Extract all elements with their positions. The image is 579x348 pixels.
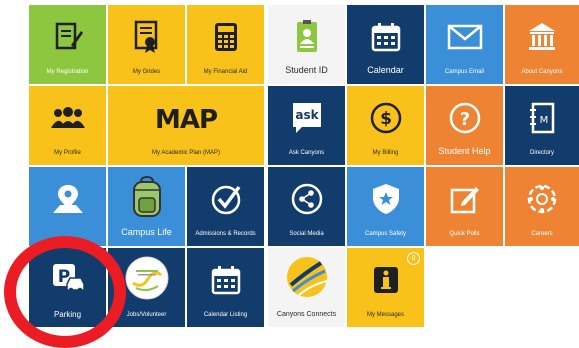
check-circle-icon [187,179,264,219]
share-icon [268,179,345,219]
tile-label: Calendar [367,65,404,75]
tile-label: Calendar Listing [203,312,248,318]
tile-label: Directory [529,150,554,156]
tile-calendar[interactable]: Calendar [347,5,424,84]
tile-label: Campus Safety [364,231,407,237]
tile-directory[interactable]: M Directory [505,86,579,165]
tile-my-messages[interactable]: 0 My Messages [347,248,424,327]
canyons-connects-logo [268,254,345,300]
tile-my-grades[interactable]: My Grides [108,5,185,84]
tile-label: My Registration [46,69,89,75]
document-edit-icon [29,17,106,57]
tile-admissions-records[interactable]: Admissions & Records [187,167,264,246]
users-group-icon [29,98,106,138]
tile-parking[interactable]: P Parking [29,248,106,327]
jobs-volunteer-logo [108,254,185,302]
edit-square-icon [426,179,503,219]
tile-label: Quick Polls [449,231,480,237]
tile-label: My Billing [372,150,399,156]
tile-label: My Grides [132,69,161,75]
tile-label: Student ID [285,65,328,75]
tile-my-financial-aid[interactable]: My Financial Aid [187,5,264,84]
tile-label: Campus Email [444,69,484,75]
tile-calendar-listing[interactable]: Calendar Listing [187,248,264,327]
tile-label: Parking [53,310,82,319]
svg-text:M: M [540,115,549,126]
tile-ask-canyons[interactable]: ask Ask Canyons [268,86,345,165]
tile-label: Admissions & Records [195,231,256,237]
tile-my-registration[interactable]: My Registration [29,5,106,84]
tile-my-profile[interactable]: My Profile [29,86,106,165]
institution-icon [505,17,579,57]
tile-label: My Financial Aid [203,69,248,75]
info-icon [347,260,424,300]
svg-text:$: $ [380,109,392,129]
tile-quick-polls[interactable]: Quick Polls [426,167,503,246]
backpack-icon [108,175,185,219]
tile-label: Student Help [438,146,491,156]
tile-student-help[interactable]: ? Student Help [426,86,503,165]
tile-label: Careers [531,231,553,237]
tile-canyons-connects[interactable]: Canyons Connects [268,248,345,327]
tile-my-academic-plan[interactable]: MAP My Academic Plan (MAP) [108,86,264,165]
tile-about-canyons[interactable]: About Canyons [505,5,579,84]
tile-careers[interactable]: Careers [505,167,579,246]
svg-text:ask: ask [295,108,319,122]
tile-campus-life[interactable]: Campus Life [108,167,185,246]
svg-text:?: ? [459,109,469,130]
tile-label: Campus Life [121,227,172,237]
tile-label: My Profile [54,150,81,156]
tile-label: My Messages [366,312,404,318]
map-logo: MAP [108,100,264,140]
tile-label: Jobs/Volunteer [126,312,167,318]
question-circle-icon: ? [426,98,503,138]
id-badge-icon [268,17,345,57]
certificate-icon [108,17,185,57]
tile-label: My Academic Plan (MAP) [151,150,221,156]
tile-social-media[interactable]: Social Media [268,167,345,246]
tile-maps[interactable] [29,167,106,246]
tile-label: About Canyons [521,69,563,75]
tile-label: Ask Canyons [288,150,325,156]
tile-label: Social Media [289,231,324,237]
calculator-icon [187,17,264,57]
tile-campus-email[interactable]: Campus Email [426,5,503,84]
tile-jobs-volunteer[interactable]: Jobs/Volunteer [108,248,185,327]
dollar-circle-icon: $ [347,98,424,138]
ask-speech-icon: ask [268,98,345,138]
tile-student-id[interactable]: Student ID [268,5,345,84]
shield-star-icon [347,179,424,219]
parking-car-icon: P [29,258,106,298]
calendar-icon [187,260,264,300]
address-book-icon: M [505,98,579,138]
careers-compass-icon [505,179,579,219]
tile-campus-safety[interactable]: Campus Safety [347,167,424,246]
calendar-icon [347,17,424,57]
tile-my-billing[interactable]: $ My Billing [347,86,424,165]
map-pin-icon [29,179,106,219]
map-logo-text: MAP [154,105,218,135]
tile-label: Canyons Connects [276,311,337,318]
envelope-icon [426,17,503,57]
